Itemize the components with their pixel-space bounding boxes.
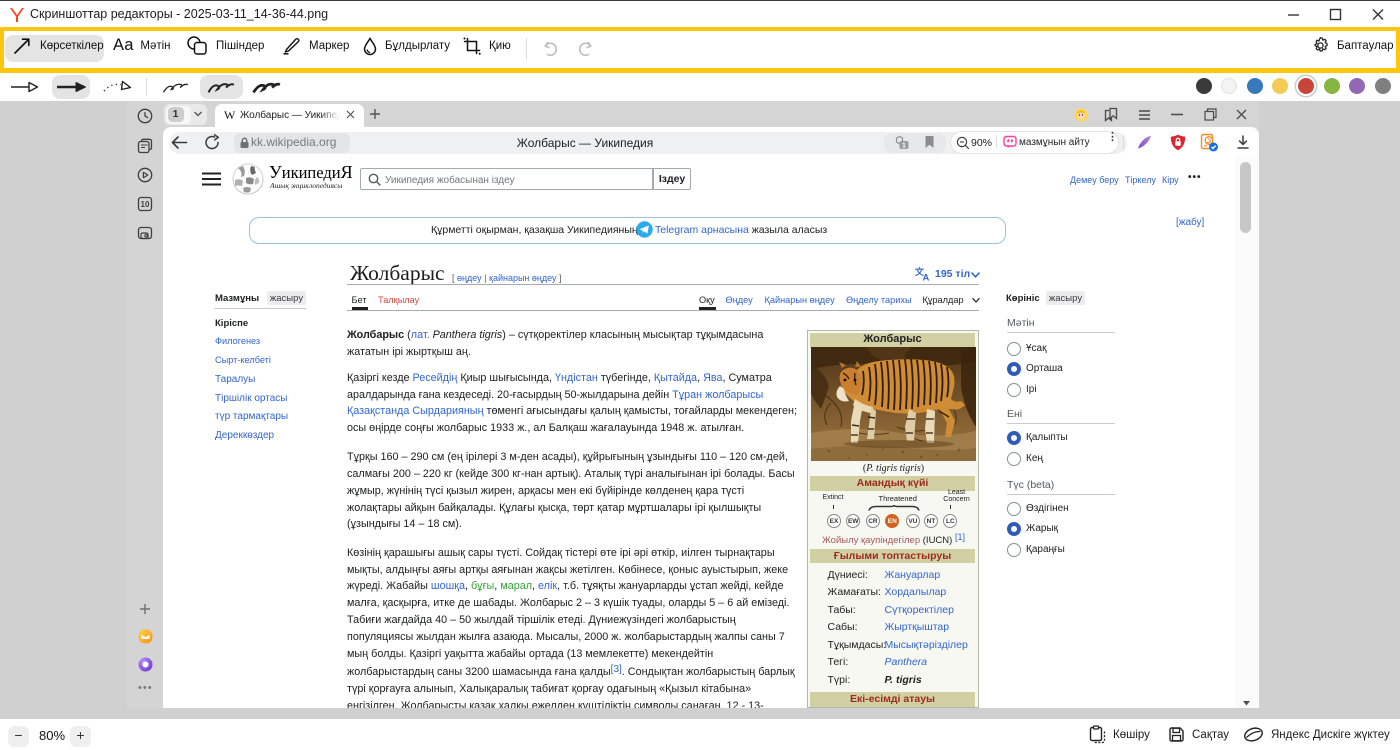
svg-text:A: A [923, 273, 930, 282]
